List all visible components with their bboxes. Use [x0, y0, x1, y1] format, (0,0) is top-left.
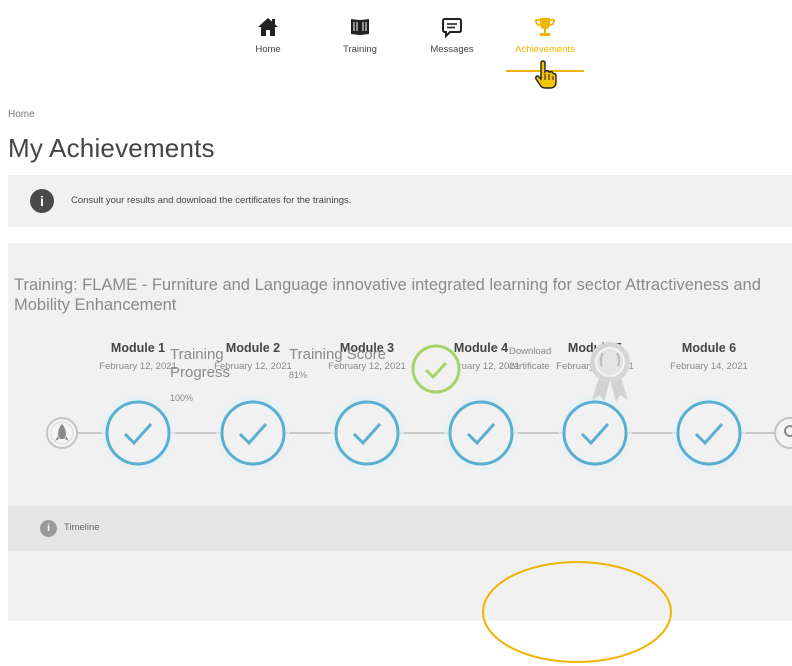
- home-icon: [258, 18, 278, 36]
- book-icon: [351, 19, 369, 35]
- timeline-label: Timeline: [64, 522, 100, 533]
- score-passed-check-icon: [411, 344, 461, 394]
- info-banner: i Consult your results and download the …: [8, 175, 792, 227]
- training-title: Training: FLAME - Furniture and Language…: [14, 276, 761, 314]
- training-score-label: Training Score: [289, 346, 386, 363]
- top-navigation: Home Training Messages Achievements: [0, 0, 792, 100]
- nav-messages-label: Messages: [430, 44, 474, 55]
- module-header-6: Module 6 February 14, 2021: [659, 341, 759, 372]
- module-6-check-icon[interactable]: [672, 396, 746, 470]
- module-4-check-icon[interactable]: [444, 396, 518, 470]
- page-title: My Achievements: [8, 133, 215, 163]
- nav-messages[interactable]: Messages: [412, 16, 492, 55]
- timeline-info-icon: i: [40, 520, 57, 537]
- message-icon: [442, 18, 462, 38]
- end-award-icon: [774, 417, 792, 449]
- certificate-ribbon-icon[interactable]: [582, 338, 638, 404]
- module-timeline: [46, 396, 792, 470]
- certificate-highlight-annotation: [482, 561, 672, 663]
- hand-cursor-icon: [535, 60, 557, 89]
- trophy-icon: [535, 18, 555, 36]
- timeline-toggle[interactable]: i Timeline: [8, 506, 792, 551]
- training-progress-label: Training Progress: [170, 346, 231, 381]
- nav-home[interactable]: Home: [228, 16, 308, 55]
- module-name: Module 6: [681, 341, 737, 355]
- training-score-value: 81%: [289, 370, 308, 380]
- module-2-check-icon[interactable]: [216, 396, 290, 470]
- module-date: February 14, 2021: [670, 361, 748, 372]
- breadcrumb[interactable]: Home: [8, 109, 35, 120]
- nav-training[interactable]: Training: [320, 16, 400, 55]
- start-rocket-icon: [46, 417, 78, 449]
- info-text: Consult your results and download the ce…: [71, 195, 352, 206]
- nav-achievements[interactable]: Achievements: [505, 16, 585, 55]
- info-icon: i: [30, 189, 54, 213]
- module-5-check-icon[interactable]: [558, 396, 632, 470]
- module-3-check-icon[interactable]: [330, 396, 404, 470]
- nav-home-label: Home: [255, 44, 281, 55]
- training-progress-value: 100%: [170, 393, 194, 403]
- nav-achievements-label: Achievements: [515, 44, 575, 55]
- module-1-check-icon[interactable]: [101, 396, 175, 470]
- download-certificate-link[interactable]: Download certificate: [509, 344, 569, 374]
- nav-training-label: Training: [343, 44, 377, 55]
